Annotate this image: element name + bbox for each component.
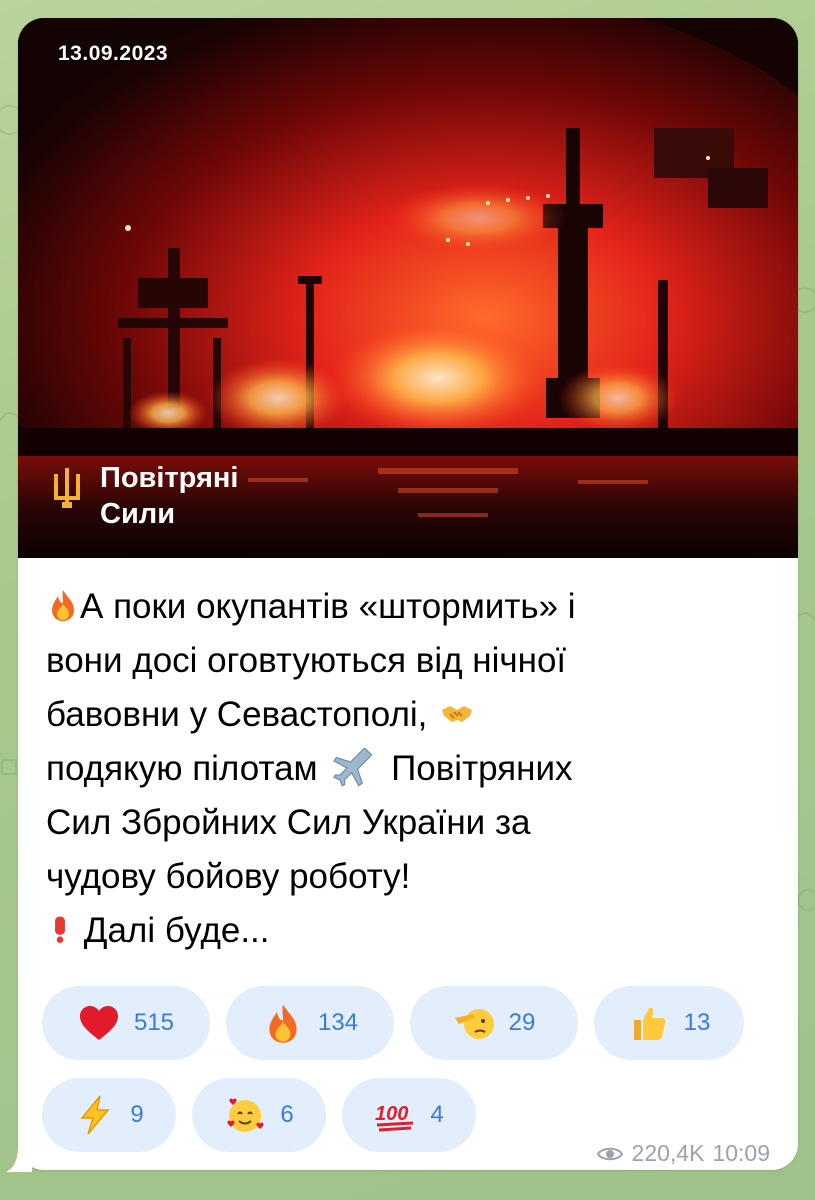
smiling-hearts-emoji-icon: [227, 1098, 264, 1132]
text-line-2: вони досі оговтуються від нічної: [46, 641, 567, 680]
reaction-count: 13: [683, 1009, 711, 1036]
brand-line-1: Повітряні: [100, 462, 239, 494]
salute-emoji-icon: [454, 1009, 494, 1039]
post-photo[interactable]: 13.09.2023 Повітряні Сили: [18, 18, 798, 558]
text-line-4: подякую пілотам Повітряних: [46, 742, 770, 796]
fire-emoji-icon: [269, 1004, 297, 1043]
message-meta: 220,4K 10:09: [596, 1140, 770, 1167]
reaction-heart[interactable]: 515: [42, 986, 210, 1060]
message-bubble[interactable]: 13.09.2023 Повітряні Сили А поки окупант…: [18, 18, 798, 1170]
view-count: 220,4K: [631, 1140, 705, 1166]
heart-emoji-icon: [79, 1006, 118, 1040]
text-line-3-content: бавовни у Севастополі,: [46, 695, 428, 734]
reaction-count: 515: [133, 1009, 175, 1036]
text-line-1: А поки окупантів «штормить» і: [46, 580, 770, 634]
text-line-3: бавовни у Севастополі,: [46, 688, 770, 742]
text-line-4-content: подякую пілотам: [46, 749, 318, 788]
eye-icon: [596, 1147, 623, 1160]
text-line-7-content: Далі буде...: [83, 911, 270, 950]
svg-text:100: 100: [375, 1103, 408, 1125]
reaction-count: 134: [317, 1009, 359, 1036]
reaction-hundred[interactable]: 100 4: [342, 1078, 476, 1152]
photo-date-stamp: 13.09.2023: [58, 42, 169, 65]
reaction-thumbs-up[interactable]: 13: [594, 986, 744, 1060]
reaction-smiling-hearts[interactable]: 6: [192, 1078, 326, 1152]
thumbs-up-emoji-icon: [633, 1007, 666, 1040]
exclamation-emoji-icon: [55, 916, 65, 943]
text-line-1-content: А поки окупантів «штормить» і: [80, 587, 576, 626]
brand-line-2: Сили: [100, 498, 176, 530]
post-text: А поки окупантів «штормить» і вони досі …: [18, 558, 798, 958]
reaction-lightning[interactable]: 9: [42, 1078, 176, 1152]
message-time: 10:09: [712, 1140, 770, 1166]
text-line-4-tail: Повітряних: [391, 749, 573, 788]
reaction-count: 29: [508, 1009, 536, 1036]
text-line-6: чудову бойову роботу!: [46, 857, 411, 896]
reaction-count: 6: [280, 1101, 294, 1128]
air-force-watermark: Повітряні Сили: [50, 460, 238, 532]
text-line-7: Далі буде...: [46, 904, 770, 958]
reaction-count: 9: [130, 1101, 144, 1128]
reaction-fire[interactable]: 134: [226, 986, 394, 1060]
text-line-5: Сил Збройних Сил України за: [46, 803, 531, 842]
airplane-emoji-icon: [333, 748, 373, 787]
handshake-emoji-icon: [442, 706, 473, 722]
lightning-emoji-icon: [80, 1095, 110, 1135]
hundred-emoji-icon: 100: [375, 1103, 414, 1132]
reaction-salute[interactable]: 29: [410, 986, 578, 1060]
fire-emoji-icon: [52, 590, 74, 621]
reaction-count: 4: [430, 1101, 444, 1128]
trident-icon: [54, 468, 80, 508]
air-force-label: Повітряні Сили: [100, 460, 238, 532]
reactions-row-1: 515 134 29 13: [42, 986, 782, 1060]
